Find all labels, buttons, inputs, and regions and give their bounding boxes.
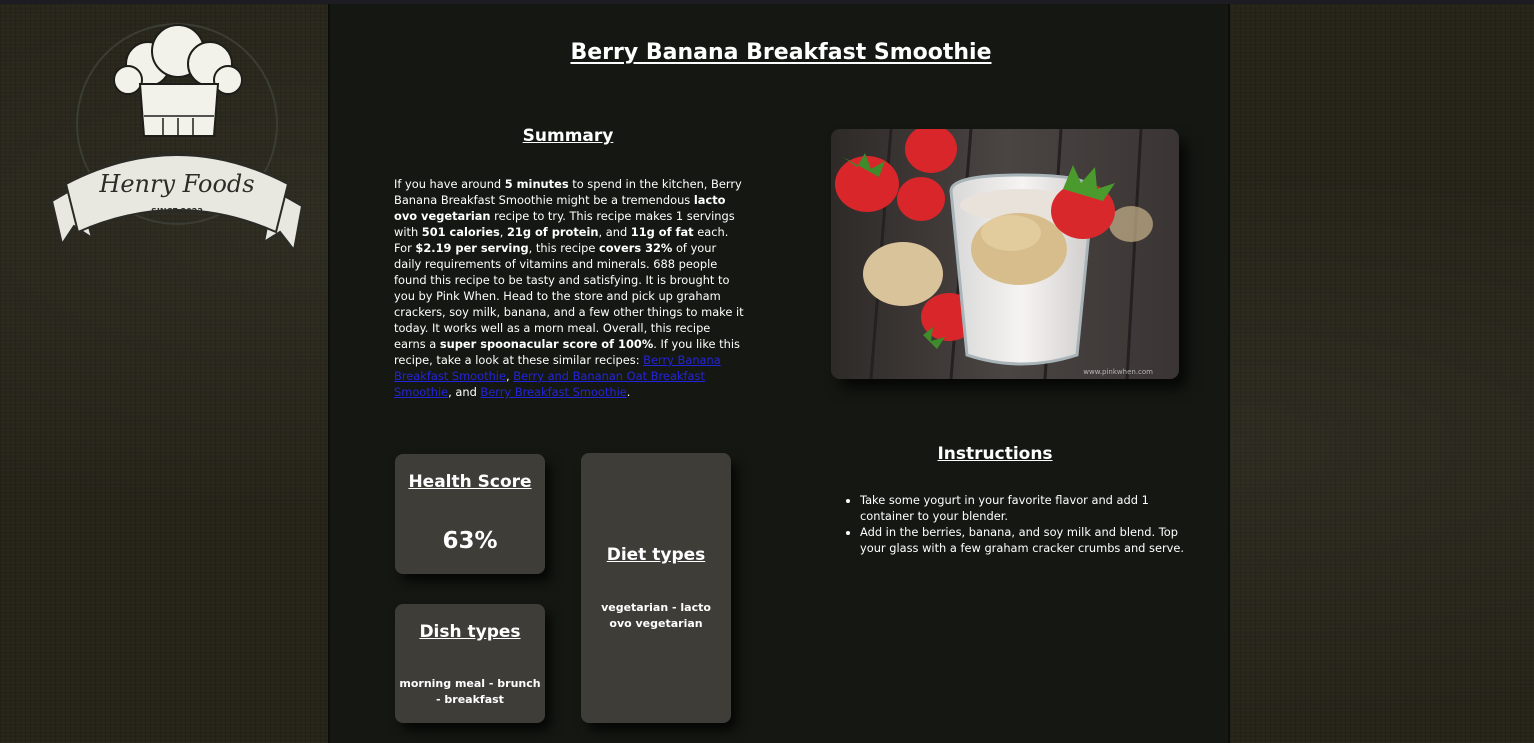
summary-text: , and [448, 385, 481, 399]
diet-types-value: vegetarian - lacto ovo vegetarian [601, 601, 711, 630]
diet-types-heading: Diet types [606, 545, 706, 565]
logo-since-text: SINCE 2022 [151, 207, 203, 216]
diet-types-card: Diet types vegetarian - lacto ovo vegeta… [581, 453, 731, 723]
summary-text: of your daily requirements of vitamins a… [394, 241, 744, 351]
instructions-heading: Instructions [937, 444, 1053, 464]
photo-credit: www.pinkwhen.com [1083, 368, 1153, 376]
summary-highlight: 501 calories [421, 225, 500, 239]
summary-text: , [499, 225, 507, 239]
logo-brand-text: Henry Foods [98, 170, 254, 198]
summary-text: , and [598, 225, 631, 239]
summary-text: If you have around [394, 177, 505, 191]
recipe-panel: Berry Banana Breakfast Smoothie Summary … [328, 4, 1230, 743]
summary-highlight: 5 minutes [504, 177, 569, 191]
summary-highlight: 21g of protein [507, 225, 599, 239]
instructions-list: Take some yogurt in your favorite flavor… [841, 492, 1190, 556]
summary-text: , this recipe [528, 241, 599, 255]
recipe-title: Berry Banana Breakfast Smoothie [570, 40, 992, 65]
summary-highlight: $2.19 per serving [415, 241, 529, 255]
dish-types-card: Dish types morning meal - brunch - break… [395, 604, 545, 723]
dish-types-heading: Dish types [419, 622, 521, 642]
summary-highlight: super spoonacular score of 100% [439, 337, 654, 351]
henry-foods-logo[interactable]: Henry Foods SINCE 2022 [48, 6, 306, 256]
health-score-card: Health Score 63% [395, 454, 545, 574]
health-score-heading: Health Score [408, 472, 532, 492]
summary-text: . [626, 385, 631, 399]
health-score-value: 63% [442, 528, 498, 554]
instruction-step: Take some yogurt in your favorite flavor… [860, 492, 1190, 524]
summary-heading: Summary [522, 126, 614, 146]
summary-paragraph: If you have around 5 minutes to spend in… [394, 176, 744, 400]
summary-highlight: 11g of fat [630, 225, 694, 239]
similar-recipe-link[interactable]: Berry Breakfast Smoothie [480, 385, 626, 399]
dish-types-value: morning meal - brunch - breakfast [399, 677, 541, 706]
instruction-step: Add in the berries, banana, and soy milk… [860, 524, 1190, 556]
recipe-image: www.pinkwhen.com [831, 129, 1179, 379]
summary-highlight: covers 32% [598, 241, 673, 255]
